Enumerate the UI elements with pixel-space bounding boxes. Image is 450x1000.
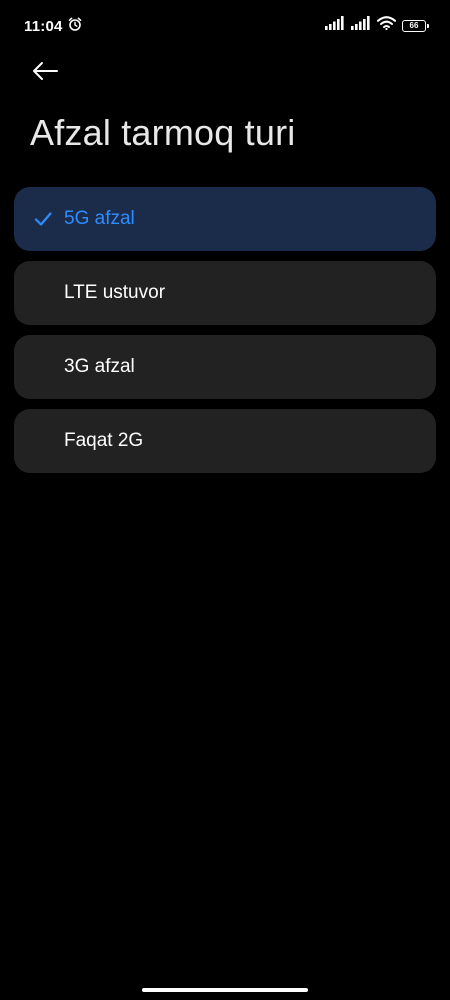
option-label: 5G afzal <box>64 208 135 229</box>
option-label: 3G afzal <box>64 356 135 377</box>
alarm-icon <box>67 16 83 37</box>
option-label: Faqat 2G <box>64 430 144 451</box>
option-2g-only[interactable]: Faqat 2G <box>14 409 436 473</box>
arrow-left-icon <box>32 61 58 86</box>
option-lte-priority[interactable]: LTE ustuvor <box>14 261 436 325</box>
option-3g-preferred[interactable]: 3G afzal <box>14 335 436 399</box>
network-type-options: 5G afzal LTE ustuvor 3G afzal Faqat 2G <box>14 187 436 473</box>
battery-level: 66 <box>409 20 419 30</box>
status-right: 66 <box>325 16 429 35</box>
signal-icon <box>351 16 371 35</box>
option-label: LTE ustuvor <box>64 282 166 303</box>
back-button[interactable] <box>28 56 62 90</box>
checkmark-icon <box>34 210 52 228</box>
wifi-icon <box>377 16 396 35</box>
signal-icon <box>325 16 345 35</box>
battery-icon: 66 <box>402 19 429 32</box>
status-left: 11:04 <box>24 16 83 37</box>
option-5g-preferred[interactable]: 5G afzal <box>14 187 436 251</box>
home-indicator[interactable] <box>142 988 308 992</box>
status-time: 11:04 <box>24 18 63 35</box>
status-bar: 11:04 66 <box>0 0 450 52</box>
page-title: Afzal tarmoq turi <box>30 112 296 153</box>
